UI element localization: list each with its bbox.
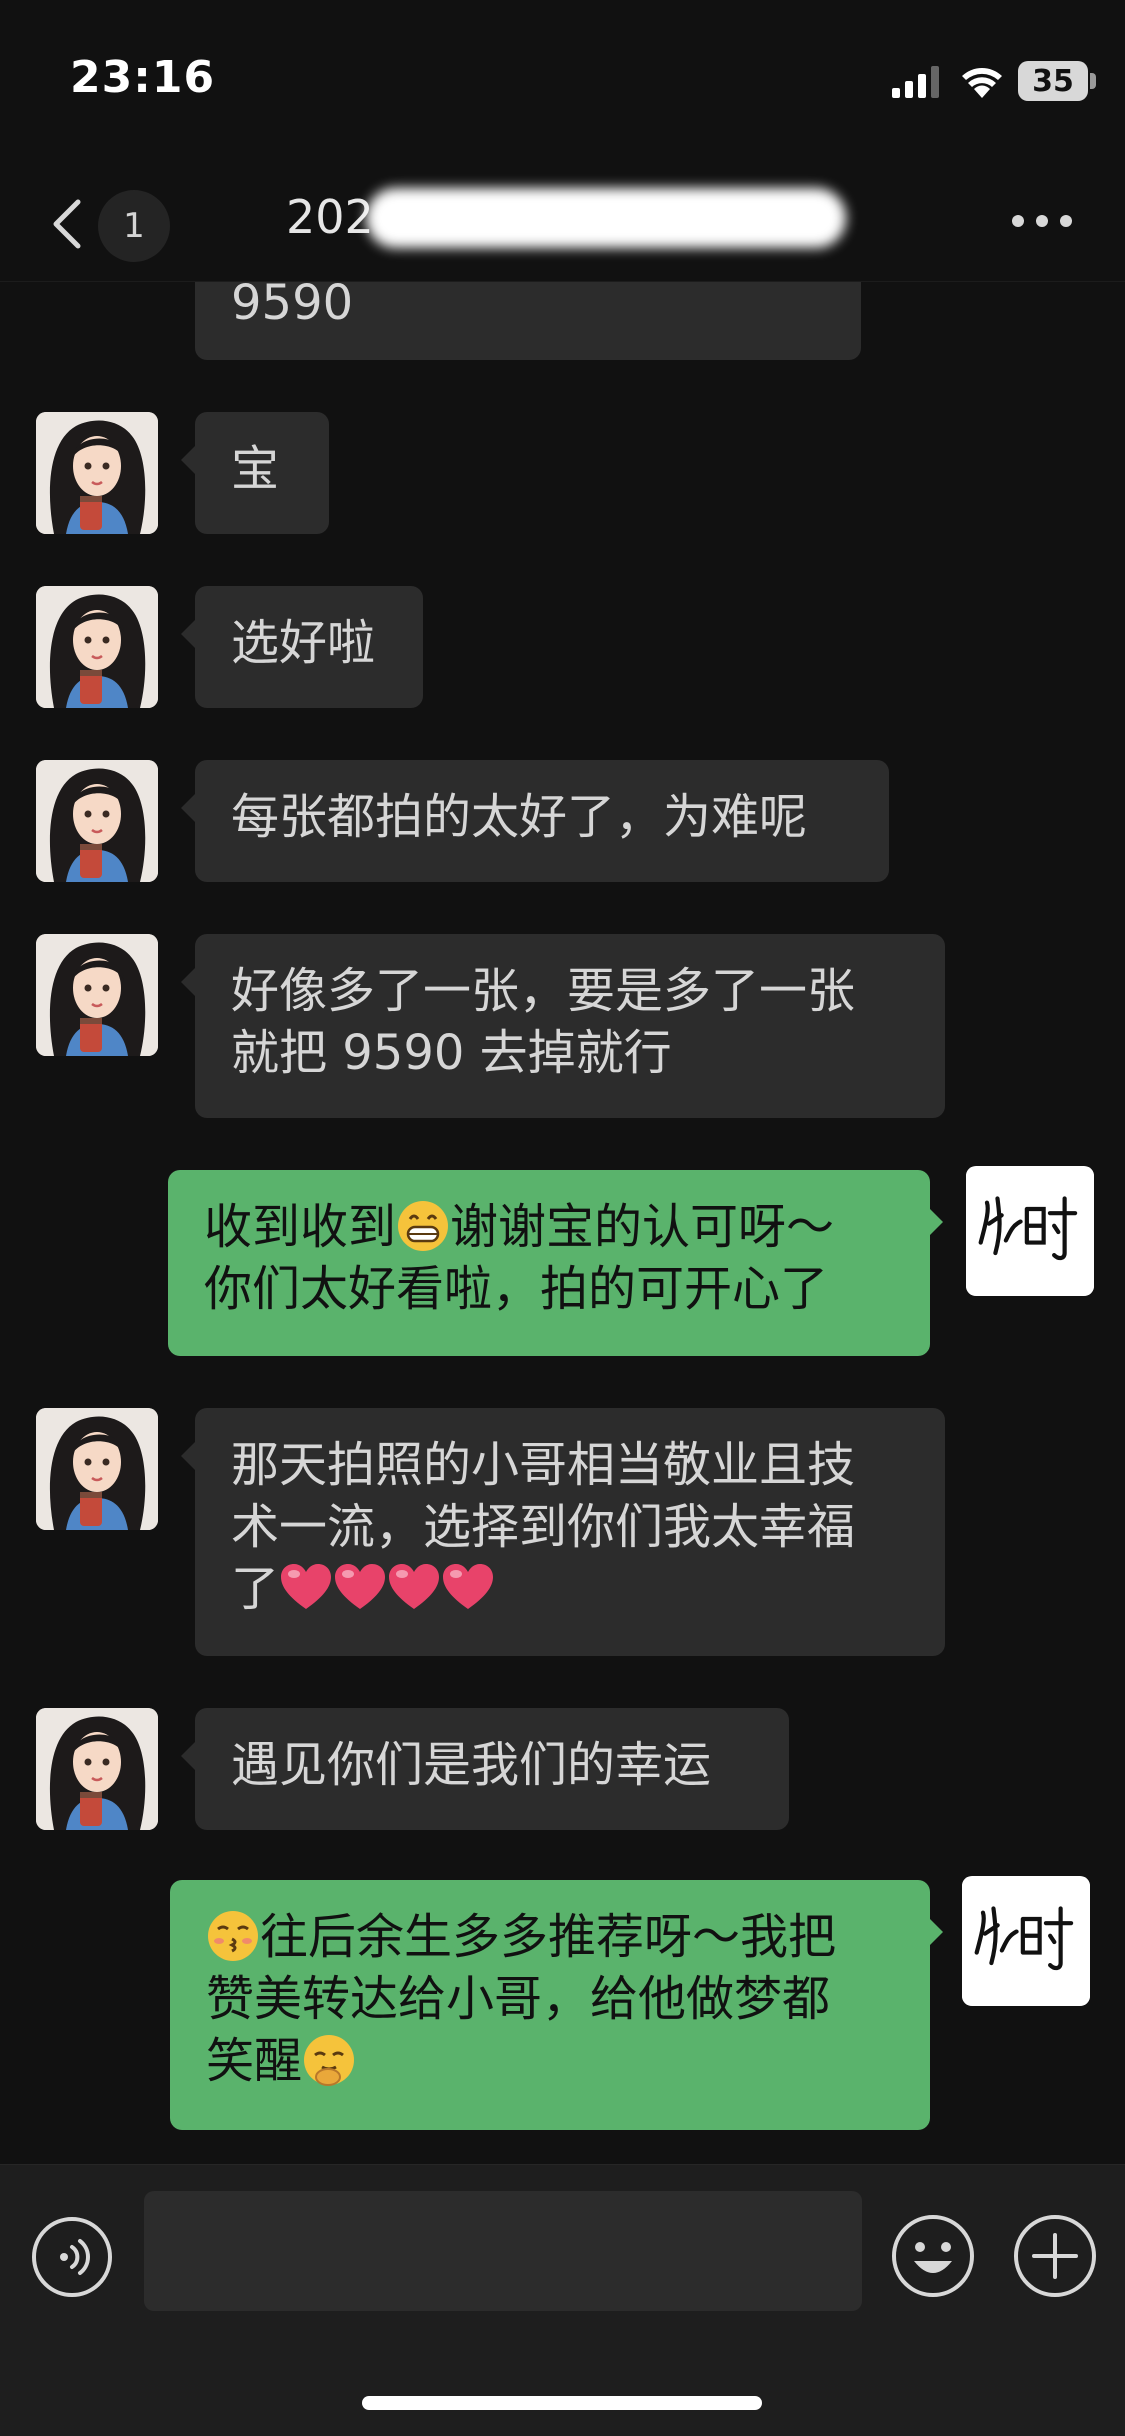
message-row: 好像多了一张，要是多了一张 就把 9590 去掉就行 <box>0 934 1125 1120</box>
studio-avatar[interactable] <box>962 1876 1090 2006</box>
chat-header: 1 202 <box>0 160 1125 282</box>
contact-avatar[interactable] <box>36 586 158 708</box>
bubble-tail <box>181 446 195 474</box>
message-bubble-outgoing[interactable]: 收到收到 谢谢宝的认可呀～ 你们太好看啦，拍的可开心了 <box>168 1170 930 1356</box>
message-row: 选好啦 <box>0 586 1125 710</box>
message-text-line: 好像多了一张，要是多了一张 <box>231 963 856 1019</box>
wifi-icon <box>962 68 1002 98</box>
message-text-line: 笑醒 <box>206 2030 894 2092</box>
plus-icon[interactable] <box>1012 2213 1098 2299</box>
heart-emoji <box>279 1561 333 1615</box>
contact-avatar[interactable] <box>36 760 158 882</box>
message-text: 选好啦 <box>231 615 376 671</box>
message-bubble-incoming[interactable]: 9590 <box>195 282 861 360</box>
message-row: 宝 <box>0 412 1125 536</box>
status-bar: 23:16 35 <box>0 0 1125 160</box>
chevron-left-icon <box>53 199 81 249</box>
message-bubble-incoming[interactable]: 遇见你们是我们的幸运 <box>195 1708 789 1830</box>
message-bubble-incoming[interactable]: 选好啦 <box>195 586 423 708</box>
message-row: 往后余生多多推荐呀～我把 赞美转达给小哥，给他做梦都 笑醒 <box>0 1876 1125 2132</box>
contact-avatar[interactable] <box>36 412 158 534</box>
emoji-icon[interactable] <box>890 2213 976 2299</box>
message-bubble-incoming[interactable]: 那天拍照的小哥相当敬业且技 术一流，选择到你们我太幸福 了 <box>195 1408 945 1656</box>
kissing-face-emoji <box>206 1909 260 1963</box>
battery-indicator: 35 <box>1018 61 1088 101</box>
message-text-line: 术一流，选择到你们我太幸福 <box>231 1499 856 1555</box>
message-text-line: 就把 9590 去掉就行 <box>231 1025 672 1081</box>
status-time: 23:16 <box>70 52 216 103</box>
bubble-tail <box>181 1442 195 1470</box>
message-list[interactable]: 9590 宝 选好啦 每张都拍的太好了，为难呢 好像多了一张，要是多了一张 就把… <box>0 282 1125 2162</box>
contact-avatar[interactable] <box>36 934 158 1056</box>
message-bubble-incoming[interactable]: 好像多了一张，要是多了一张 就把 9590 去掉就行 <box>195 934 945 1118</box>
message-row: 每张都拍的太好了，为难呢 <box>0 760 1125 884</box>
bubble-tail <box>181 968 195 996</box>
unread-count-badge: 1 <box>98 190 170 262</box>
battery-cap <box>1090 73 1096 89</box>
message-text-line: 收到收到 谢谢宝的认可呀～ <box>204 1199 835 1255</box>
grinning-face-emoji <box>396 1199 450 1253</box>
message-text: 每张都拍的太好了，为难呢 <box>231 789 808 845</box>
message-bubble-outgoing[interactable]: 往后余生多多推荐呀～我把 赞美转达给小哥，给他做梦都 笑醒 <box>170 1880 930 2130</box>
message-text-line: 了 <box>231 1558 909 1620</box>
voice-icon[interactable] <box>30 2215 114 2299</box>
message-input[interactable] <box>144 2191 862 2311</box>
message-bubble-incoming[interactable]: 每张都拍的太好了，为难呢 <box>195 760 889 882</box>
message-row: 9590 <box>0 282 1125 362</box>
bubble-tail <box>929 1918 943 1946</box>
bubble-tail <box>181 794 195 822</box>
contact-avatar[interactable] <box>36 1408 158 1530</box>
message-text-line: 那天拍照的小哥相当敬业且技 <box>231 1437 856 1493</box>
bubble-tail <box>929 1208 943 1236</box>
more-options-icon[interactable] <box>1010 206 1074 236</box>
message-text-line: 赞美转达给小哥，给他做梦都 <box>206 1971 831 2027</box>
message-bubble-incoming[interactable]: 宝 <box>195 412 329 534</box>
message-text: 遇见你们是我们的幸运 <box>231 1737 712 1793</box>
heart-emoji <box>387 1561 441 1615</box>
heart-emoji <box>441 1561 495 1615</box>
home-indicator[interactable] <box>362 2396 762 2410</box>
message-row: 那天拍照的小哥相当敬业且技 术一流，选择到你们我太幸福 了 <box>0 1408 1125 1658</box>
message-row: 收到收到 谢谢宝的认可呀～ 你们太好看啦，拍的可开心了 <box>0 1166 1125 1360</box>
title-redaction <box>366 188 846 248</box>
heart-emoji <box>333 1561 387 1615</box>
bubble-tail <box>181 620 195 648</box>
bubble-tail <box>181 1742 195 1770</box>
contact-avatar[interactable] <box>36 1708 158 1830</box>
message-text: 9590 <box>231 282 354 331</box>
message-text-line: 往后余生多多推荐呀～我把 <box>206 1906 894 1968</box>
cellular-signal-icon <box>892 66 939 98</box>
message-text: 宝 <box>231 441 280 497</box>
back-button[interactable]: 1 <box>40 186 190 266</box>
message-row: 遇见你们是我们的幸运 <box>0 1708 1125 1832</box>
studio-avatar[interactable] <box>966 1166 1094 1296</box>
blushing-face-emoji <box>302 2033 356 2087</box>
message-text-line: 你们太好看啦，拍的可开心了 <box>204 1261 829 1317</box>
battery-level: 35 <box>1032 63 1074 99</box>
